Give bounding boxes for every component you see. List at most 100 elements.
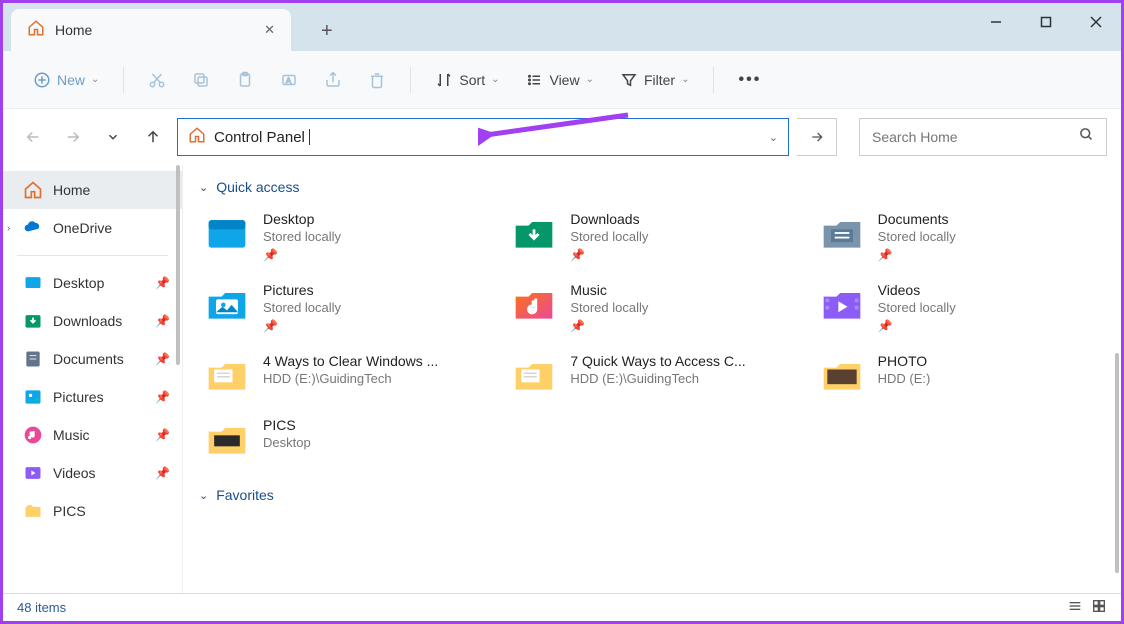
filter-button[interactable]: Filter ⌄	[612, 65, 698, 95]
videos-big-icon	[818, 282, 866, 326]
sort-button[interactable]: Sort ⌄	[427, 65, 507, 95]
details-view-button[interactable]	[1067, 598, 1083, 617]
sidebar-item-downloads[interactable]: Downloads 📌	[3, 302, 182, 340]
quick-access-header[interactable]: ⌄ Quick access	[199, 179, 1101, 195]
maximize-button[interactable]	[1021, 3, 1071, 41]
videos-icon	[23, 463, 43, 483]
pictures-big-icon	[203, 282, 251, 326]
address-text: Control Panel	[214, 129, 305, 146]
quick-access-item[interactable]: Videos Stored locally 📌	[814, 278, 1101, 337]
item-name: Downloads	[570, 211, 648, 227]
view-button[interactable]: View ⌄	[517, 65, 601, 95]
quick-access-item[interactable]: Music Stored locally 📌	[506, 278, 793, 337]
sidebar-item-documents[interactable]: Documents 📌	[3, 340, 182, 378]
pin-icon: 📌	[155, 466, 170, 480]
sidebar-item-label: Documents	[53, 351, 124, 367]
sidebar: Home › OneDrive Desktop 📌 Downloads 📌 Do…	[3, 165, 183, 593]
chevron-down-icon[interactable]: ⌄	[769, 131, 778, 144]
chevron-down-icon: ⌄	[91, 74, 99, 85]
chevron-down-icon: ⌄	[199, 489, 208, 502]
new-label: New	[57, 72, 85, 88]
sidebar-item-label: Downloads	[53, 313, 122, 329]
go-button[interactable]	[797, 118, 837, 156]
item-location: Stored locally	[263, 229, 341, 244]
sidebar-item-videos[interactable]: Videos 📌	[3, 454, 182, 492]
quick-access-item[interactable]: 4 Ways to Clear Windows ... HDD (E:)\Gui…	[199, 349, 486, 401]
search-icon	[1079, 127, 1094, 147]
sidebar-item-label: Videos	[53, 465, 96, 481]
folder-icon	[23, 501, 43, 521]
main: Home › OneDrive Desktop 📌 Downloads 📌 Do…	[3, 165, 1121, 593]
item-location: Stored locally	[878, 229, 956, 244]
sidebar-item-onedrive[interactable]: › OneDrive	[3, 209, 182, 247]
paste-button[interactable]	[228, 65, 262, 95]
home-icon	[27, 19, 45, 42]
quick-access-item[interactable]: Documents Stored locally 📌	[814, 207, 1101, 266]
delete-button[interactable]	[360, 65, 394, 95]
pin-icon: 📌	[570, 319, 648, 333]
folder-photo-icon	[818, 353, 866, 397]
thumbnails-view-button[interactable]	[1091, 598, 1107, 617]
sidebar-scrollbar[interactable]	[176, 165, 180, 365]
item-name: Documents	[878, 211, 956, 227]
pin-icon: 📌	[878, 319, 956, 333]
sidebar-item-home[interactable]: Home	[3, 171, 182, 209]
more-button[interactable]: •••	[730, 65, 769, 95]
item-name: Pictures	[263, 282, 341, 298]
forward-button[interactable]	[57, 121, 89, 153]
sidebar-item-label: Home	[53, 182, 90, 198]
item-location: Stored locally	[263, 300, 341, 315]
quick-access-item[interactable]: PHOTO HDD (E:)	[814, 349, 1101, 401]
folder-doc-icon	[510, 353, 558, 397]
address-bar[interactable]: Control Panel ⌄	[177, 118, 789, 156]
quick-access-item[interactable]: PICS Desktop	[199, 413, 486, 465]
chevron-down-icon: ⌄	[491, 74, 499, 85]
item-location: Stored locally	[570, 300, 648, 315]
search-box[interactable]	[859, 118, 1107, 156]
quick-access-item[interactable]: Pictures Stored locally 📌	[199, 278, 486, 337]
item-name: PICS	[263, 417, 311, 433]
tab-title: Home	[55, 22, 254, 38]
documents-big-icon	[818, 211, 866, 255]
item-count: 48 items	[17, 600, 66, 615]
search-input[interactable]	[872, 129, 1079, 145]
favorites-header[interactable]: ⌄ Favorites	[199, 487, 1101, 503]
navbar: Control Panel ⌄	[3, 109, 1121, 165]
sidebar-item-desktop[interactable]: Desktop 📌	[3, 264, 182, 302]
sidebar-item-pics[interactable]: PICS	[3, 492, 182, 530]
item-location: HDD (E:)\GuidingTech	[570, 371, 745, 386]
back-button[interactable]	[17, 121, 49, 153]
share-button[interactable]	[316, 65, 350, 95]
item-name: 4 Ways to Clear Windows ...	[263, 353, 438, 369]
chevron-down-icon: ⌄	[199, 181, 208, 194]
content-scrollbar[interactable]	[1115, 353, 1119, 573]
copy-button[interactable]	[184, 65, 218, 95]
folder-pic-icon	[203, 417, 251, 461]
rename-button[interactable]: A	[272, 65, 306, 95]
cut-button[interactable]	[140, 65, 174, 95]
new-button[interactable]: New ⌄	[25, 65, 107, 95]
quick-access-item[interactable]: Desktop Stored locally 📌	[199, 207, 486, 266]
filter-label: Filter	[644, 72, 675, 88]
close-icon[interactable]: ✕	[264, 22, 275, 38]
sidebar-item-label: Music	[53, 427, 90, 443]
item-location: HDD (E:)	[878, 371, 931, 386]
minimize-button[interactable]	[971, 3, 1021, 41]
sidebar-item-music[interactable]: Music 📌	[3, 416, 182, 454]
item-name: Videos	[878, 282, 956, 298]
pin-icon: 📌	[155, 352, 170, 366]
quick-access-item[interactable]: 7 Quick Ways to Access C... HDD (E:)\Gui…	[506, 349, 793, 401]
titlebar: Home ✕ +	[3, 3, 1121, 51]
close-window-button[interactable]	[1071, 3, 1121, 41]
sidebar-item-label: Desktop	[53, 275, 104, 291]
sidebar-item-pictures[interactable]: Pictures 📌	[3, 378, 182, 416]
recent-button[interactable]	[97, 121, 129, 153]
tab-home[interactable]: Home ✕	[11, 9, 291, 51]
up-button[interactable]	[137, 121, 169, 153]
pin-icon: 📌	[570, 248, 648, 262]
quick-access-item[interactable]: Downloads Stored locally 📌	[506, 207, 793, 266]
statusbar: 48 items	[3, 593, 1121, 621]
new-tab-button[interactable]: +	[311, 11, 343, 51]
pin-icon: 📌	[263, 319, 341, 333]
text-cursor	[309, 129, 310, 145]
